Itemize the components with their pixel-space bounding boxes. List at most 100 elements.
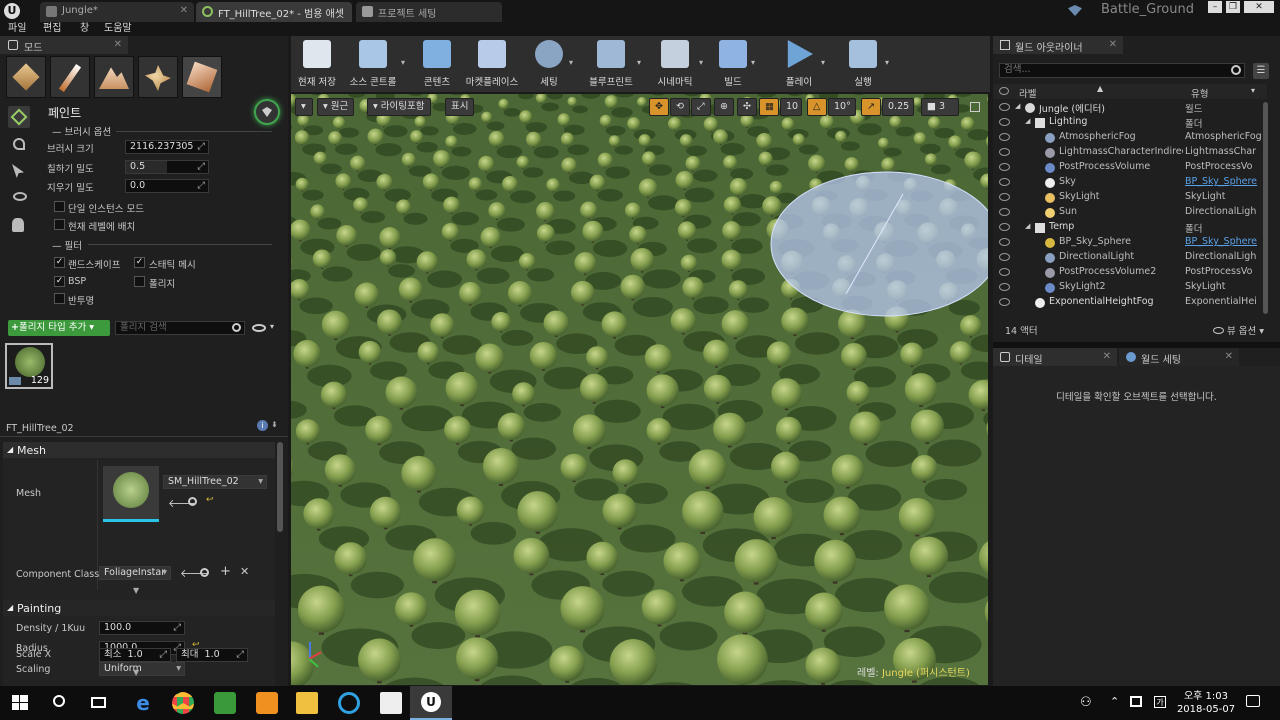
foliage-tree[interactable] [454, 589, 501, 636]
foliage-tree[interactable] [507, 281, 533, 306]
mesh-section[interactable]: ◢ Mesh [3, 442, 275, 458]
outliner-row[interactable]: DirectionalLight DirectionalLigh [993, 251, 1261, 266]
foliage-tree[interactable] [646, 374, 679, 407]
foliage-tree[interactable] [771, 451, 801, 482]
foliage-tree[interactable] [456, 496, 485, 525]
menu-help[interactable]: 도움말 [104, 22, 132, 36]
foliage-tree[interactable] [910, 409, 944, 443]
foliage-tree[interactable] [884, 584, 930, 631]
chrome-icon[interactable] [172, 692, 194, 714]
chevron-down-icon[interactable]: ▾ [569, 58, 573, 67]
expand-arrow-icon[interactable]: ◢ [1025, 222, 1030, 230]
foliage-tree[interactable] [570, 280, 595, 305]
viewport-scene[interactable] [291, 94, 988, 685]
foliage-tree[interactable] [560, 453, 588, 481]
view-options-eye-icon[interactable] [252, 324, 266, 332]
chevron-down-icon[interactable]: ▾ [637, 58, 641, 67]
filter-landscape-checkbox[interactable]: ✓ [54, 257, 65, 268]
foliage-tree[interactable] [543, 310, 569, 336]
surface-snap-button[interactable]: ✣ [737, 98, 757, 116]
foliage-tree[interactable] [644, 344, 673, 372]
foliage-tree[interactable] [604, 95, 618, 109]
foliage-tree[interactable] [728, 280, 748, 300]
foliage-tree[interactable] [781, 307, 809, 335]
brush-size-input[interactable]: 2116.237305 ⤢ [125, 140, 209, 154]
scale-tool-button[interactable]: ⤢ [691, 98, 711, 116]
foliage-search-input[interactable]: 폴리지 검색 [115, 321, 245, 335]
chevron-down-icon[interactable]: ▾ [821, 58, 825, 67]
foliage-tree[interactable] [430, 313, 455, 338]
chevron-down-icon[interactable]: ▾ [699, 58, 703, 67]
viewport-options-button[interactable]: ▾ [295, 98, 313, 116]
foliage-tree[interactable] [913, 132, 927, 145]
rotate-tool-button[interactable]: ⟲ [670, 98, 690, 116]
scale-x-min-input[interactable]: 최소 1.0 ⤢ [99, 648, 171, 662]
clear-icon[interactable]: ✕ [240, 565, 249, 578]
foliage-tree[interactable] [560, 132, 575, 146]
foliage-tree[interactable] [675, 170, 694, 190]
browse-search-icon[interactable] [188, 497, 197, 506]
foliage-tree[interactable] [769, 180, 783, 194]
foliage-tree[interactable] [703, 117, 719, 132]
foliage-tree[interactable] [480, 226, 501, 248]
foliage-tree[interactable] [608, 135, 621, 147]
foliage-tree[interactable] [823, 496, 861, 534]
foliage-tree[interactable] [629, 225, 647, 244]
add-icon[interactable]: + [220, 564, 231, 579]
foliage-tree[interactable] [416, 251, 438, 273]
foliage-tree[interactable] [579, 373, 609, 403]
foliage-tree[interactable] [468, 177, 483, 191]
menu-window[interactable]: 창 [80, 22, 89, 36]
foliage-tree[interactable] [814, 539, 857, 582]
foliage-tree[interactable] [960, 116, 975, 131]
tab-project-settings[interactable]: 프로젝트 세팅 [356, 2, 502, 22]
content-button[interactable]: 콘텐츠 [417, 38, 457, 90]
foliage-tree[interactable] [805, 592, 843, 630]
chevron-up-icon[interactable]: ⌃ [1110, 695, 1119, 708]
filter-foliage-checkbox[interactable] [134, 276, 145, 287]
foliage-tree[interactable] [422, 173, 440, 191]
foliage-tree[interactable] [536, 224, 555, 243]
foliage-tree[interactable] [441, 223, 460, 241]
outliner-row-type[interactable]: BP_Sky_Sphere [1185, 176, 1261, 187]
outliner-row[interactable]: AtmosphericFog AtmosphericFog [993, 131, 1261, 146]
play-button[interactable]: 플레이 ▾ [779, 38, 825, 90]
foliage-tree[interactable] [582, 220, 604, 242]
foliage-tree[interactable] [369, 496, 401, 528]
foliage-thumbnail[interactable]: 129 [5, 343, 53, 389]
outliner-row[interactable]: BP_Sky_Sphere BP_Sky_Sphere [993, 236, 1261, 251]
unreal-logo-icon[interactable]: U [4, 3, 20, 19]
foliage-tree[interactable] [723, 155, 738, 170]
close-icon[interactable]: ✕ [1225, 351, 1233, 362]
task-view-icon[interactable] [88, 692, 110, 714]
visibility-eye-icon[interactable] [999, 268, 1010, 276]
place-mode-button[interactable] [6, 56, 46, 98]
foliage-tree[interactable] [844, 157, 859, 172]
foliage-tree[interactable] [519, 110, 533, 124]
close-icon[interactable]: ✕ [1109, 39, 1117, 50]
foliage-tree[interactable] [497, 412, 526, 440]
density-input[interactable]: 100.0 ⤢ [99, 621, 185, 635]
foliage-tree[interactable] [367, 128, 384, 145]
expand-arrow-icon[interactable]: ◢ [1025, 117, 1030, 125]
foliage-tree[interactable] [417, 341, 440, 364]
foliage-tree[interactable] [357, 638, 401, 682]
edge-icon[interactable]: e [132, 692, 154, 714]
foliage-tree[interactable] [724, 591, 766, 634]
scale-x-max-input[interactable]: 최대 1.0 ⤢ [176, 648, 248, 662]
foliage-tree[interactable] [498, 98, 509, 110]
tab-details[interactable]: 디테일 ✕ [993, 348, 1117, 366]
fill-tool-button[interactable] [8, 214, 30, 236]
foliage-tree[interactable] [729, 178, 748, 196]
chevron-down-icon[interactable]: ▾ [270, 322, 274, 331]
reset-arrow-icon[interactable]: ↩ [206, 495, 214, 505]
close-icon[interactable]: ✕ [114, 39, 122, 50]
search-icon[interactable] [50, 692, 72, 714]
foliage-tree[interactable] [831, 454, 865, 488]
foliage-tree[interactable] [335, 173, 352, 190]
app-icon-blue[interactable] [338, 692, 360, 714]
foliage-tree[interactable] [401, 455, 437, 491]
outliner-row[interactable]: ◢ Jungle (에디터) 월드 [993, 101, 1261, 116]
view-options-button[interactable]: 뷰 옵션 ▾ [1213, 323, 1264, 337]
foliage-tree[interactable] [525, 131, 542, 148]
